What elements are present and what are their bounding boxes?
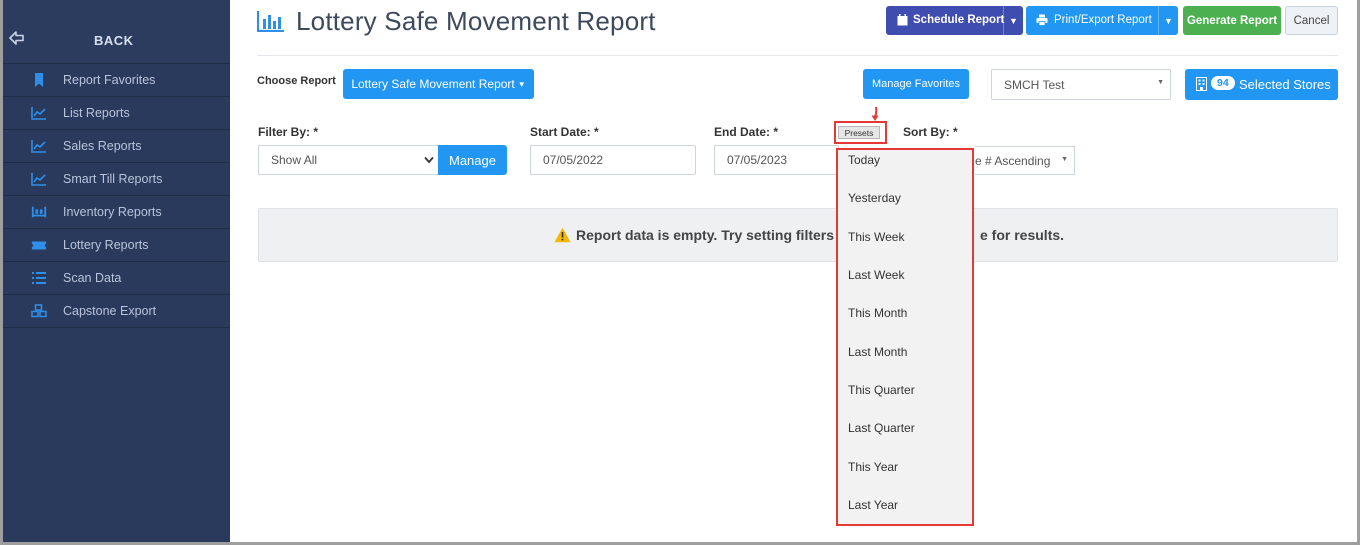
chevron-down-icon: ▼ (1157, 79, 1164, 86)
sidebar-item-lottery-reports[interactable]: Lottery Reports (3, 229, 230, 262)
pallet-icon (31, 206, 47, 218)
bar-chart-icon (257, 11, 284, 32)
end-date-label: End Date: * (714, 125, 779, 139)
selected-stores-button[interactable]: 94 Selected Stores (1185, 69, 1338, 100)
filter-by-label: Filter By: * (258, 125, 319, 139)
manage-favorites-button[interactable]: Manage Favorites (863, 69, 969, 99)
sidebar-item-label: Lottery Reports (63, 238, 149, 252)
sidebar-item-label: Scan Data (63, 271, 122, 285)
sort-by-select[interactable]: e # Ascending ▼ (975, 146, 1075, 175)
filter-by-select[interactable]: Show All (258, 145, 439, 175)
selected-stores-label: Selected Stores (1239, 77, 1331, 92)
chevron-down-icon: ▼ (517, 79, 526, 89)
preset-this-month[interactable]: This Month (848, 306, 907, 320)
sidebar-item-label: Inventory Reports (63, 205, 162, 219)
sidebar-item-label: Sales Reports (63, 139, 142, 153)
sidebar: BACK Report Favorites List Reports Sales… (3, 0, 230, 545)
presets-menu: Today Yesterday This Week Last Week This… (836, 148, 974, 526)
sidebar-item-inventory-reports[interactable]: Inventory Reports (3, 196, 230, 229)
generate-report-button[interactable]: Generate Report (1183, 6, 1281, 35)
chart-line-icon (31, 107, 46, 120)
empty-report-notice: Report data is empty. Try setting filter… (258, 208, 1338, 262)
sidebar-item-scan-data[interactable]: Scan Data (3, 262, 230, 295)
end-date-value: 07/05/2023 (727, 153, 788, 167)
print-dropdown-caret[interactable]: ▼ (1158, 6, 1178, 35)
store-group-select[interactable]: SMCH Test ▼ (991, 69, 1171, 100)
bookmark-icon (35, 73, 43, 87)
filter-by-value: Show All (271, 153, 318, 167)
sidebar-item-smart-till-reports[interactable]: Smart Till Reports (3, 163, 230, 196)
preset-last-quarter[interactable]: Last Quarter (848, 421, 915, 435)
chart-line-icon (31, 140, 46, 153)
sidebar-item-label: Report Favorites (63, 73, 156, 87)
choose-report-value: Lottery Safe Movement Report (351, 77, 515, 91)
preset-today[interactable]: Today (848, 153, 880, 167)
chart-line-icon (31, 173, 46, 186)
preset-last-week[interactable]: Last Week (848, 268, 904, 282)
choose-report-label: Choose Report (257, 75, 336, 87)
list-icon (32, 272, 46, 284)
schedule-dropdown-caret[interactable]: ▼ (1003, 6, 1023, 35)
store-group-value: SMCH Test (1004, 77, 1065, 92)
back-label: BACK (94, 33, 134, 48)
sidebar-item-list-reports[interactable]: List Reports (3, 97, 230, 130)
schedule-report-label: Schedule Report (913, 14, 1005, 26)
sidebar-item-report-favorites[interactable]: Report Favorites (3, 64, 230, 97)
sidebar-item-sales-reports[interactable]: Sales Reports (3, 130, 230, 163)
store-count-badge: 94 (1211, 76, 1235, 90)
sort-by-value: e # Ascending (975, 153, 1051, 168)
sidebar-item-label: List Reports (63, 106, 130, 120)
sidebar-item-label: Smart Till Reports (63, 172, 163, 186)
empty-report-message-text: Report data is empty. Try setting filter… (576, 227, 852, 243)
manage-filter-button[interactable]: Manage (438, 145, 507, 175)
choose-report-dropdown[interactable]: Lottery Safe Movement Report ▼ (343, 69, 534, 99)
page-title: Lottery Safe Movement Report (296, 6, 656, 36)
building-icon (1196, 77, 1207, 91)
red-arrow-icon (871, 107, 879, 121)
cancel-button[interactable]: Cancel (1285, 6, 1338, 35)
boxes-icon (31, 304, 47, 318)
preset-last-year[interactable]: Last Year (848, 498, 898, 512)
sort-by-label: Sort By: * (903, 125, 958, 139)
printer-icon (1036, 14, 1048, 26)
end-date-input[interactable]: 07/05/2023 (714, 145, 839, 175)
preset-yesterday[interactable]: Yesterday (848, 191, 901, 205)
preset-last-month[interactable]: Last Month (848, 345, 907, 359)
start-date-value: 07/05/2022 (543, 153, 604, 167)
schedule-report-button[interactable]: Schedule Report ▼ (886, 6, 1023, 35)
main-content: Lottery Safe Movement Report Schedule Re… (243, 0, 1347, 545)
warning-icon (554, 227, 571, 243)
presets-highlight-box (834, 121, 887, 144)
empty-report-message: Report data is empty. Try setting filter… (554, 227, 852, 243)
chevron-down-icon: ▼ (1061, 156, 1068, 163)
preset-this-year[interactable]: This Year (848, 460, 898, 474)
empty-report-message-tail: e for results. (980, 227, 1065, 243)
print-export-label: Print/Export Report (1054, 14, 1152, 26)
start-date-label: Start Date: * (530, 125, 599, 139)
header-divider (257, 55, 1338, 56)
arrow-left-icon (9, 31, 24, 45)
start-date-input[interactable]: 07/05/2022 (530, 145, 696, 175)
preset-this-week[interactable]: This Week (848, 230, 904, 244)
chevron-down-icon (424, 156, 434, 164)
sidebar-item-label: Capstone Export (63, 304, 157, 318)
preset-this-quarter[interactable]: This Quarter (848, 383, 915, 397)
ticket-icon (31, 241, 47, 250)
back-button[interactable]: BACK (3, 0, 230, 64)
calendar-icon (897, 14, 908, 26)
sidebar-item-capstone-export[interactable]: Capstone Export (3, 295, 230, 328)
print-export-button[interactable]: Print/Export Report ▼ (1026, 6, 1178, 35)
